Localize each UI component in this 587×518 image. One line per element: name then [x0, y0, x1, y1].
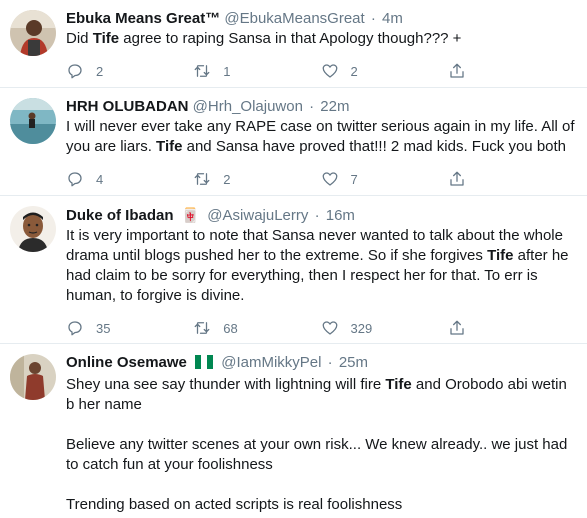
- tweet-paragraph: Shey una see say thunder with lightning …: [66, 375, 575, 415]
- timestamp[interactable]: 4m: [382, 10, 403, 27]
- retweet-icon: [194, 65, 210, 77]
- heart-icon: [322, 64, 337, 78]
- reply-icon: [68, 172, 82, 187]
- share-button[interactable]: [448, 319, 575, 337]
- like-count: 7: [350, 171, 358, 187]
- retweet-button[interactable]: 68: [193, 319, 320, 337]
- tweet[interactable]: Duke of Ibadan 🀄 @AsiwajuLerry · 16m It …: [0, 196, 587, 344]
- display-name[interactable]: Online Osemawe: [66, 354, 187, 371]
- tweet[interactable]: Ebuka Means Great™ @EbukaMeansGreat · 4m…: [0, 0, 587, 88]
- handle[interactable]: @IamMikkyPel: [221, 354, 321, 371]
- reply-count: 4: [96, 171, 104, 187]
- reply-count: 2: [96, 63, 104, 79]
- reply-count: 35: [96, 320, 111, 336]
- display-name[interactable]: HRH OLUBADAN: [66, 98, 189, 115]
- avatar[interactable]: [10, 98, 56, 144]
- separator-dot: ·: [327, 354, 333, 371]
- tweet-actions: 2 1 2: [66, 55, 575, 87]
- like-button[interactable]: 329: [321, 319, 448, 337]
- tweet-header: HRH OLUBADAN @Hrh_Olajuwon · 22m: [66, 97, 575, 117]
- reply-button[interactable]: 35: [66, 319, 193, 337]
- handle[interactable]: @Hrh_Olajuwon: [193, 98, 303, 115]
- tweet-text: It is very important to note that Sansa …: [66, 226, 575, 306]
- tweet-header: Ebuka Means Great™ @EbukaMeansGreat · 4m: [66, 9, 575, 29]
- share-button[interactable]: [448, 170, 575, 188]
- mahjong-emoji: 🀄: [181, 207, 200, 223]
- tweet-text: Did Tife agree to raping Sansa in that A…: [66, 29, 575, 49]
- reply-button[interactable]: 4: [66, 170, 193, 188]
- avatar[interactable]: [10, 206, 56, 252]
- handle[interactable]: @EbukaMeansGreat: [224, 10, 364, 27]
- text-run: and Sansa have proved that!!! 2 mad kids…: [182, 138, 567, 155]
- separator-dot: ·: [314, 207, 320, 224]
- retweet-count: 1: [223, 63, 231, 79]
- separator-dot: ·: [309, 98, 315, 115]
- tweet-header: Online Osemawe @IamMikkyPel · 25m: [66, 353, 575, 375]
- avatar[interactable]: [10, 354, 56, 400]
- tweet[interactable]: HRH OLUBADAN @Hrh_Olajuwon · 22m I will …: [0, 88, 587, 196]
- tweet-paragraph: Believe any twitter scenes at your own r…: [66, 436, 568, 473]
- retweet-icon: [194, 173, 210, 185]
- tweet-actions: 35 68 329: [66, 312, 575, 344]
- reply-icon: [68, 321, 82, 336]
- share-icon: [450, 320, 464, 335]
- highlighted-term: Tife: [487, 247, 514, 264]
- retweet-button[interactable]: 2: [193, 170, 320, 188]
- timeline-feed: Ebuka Means Great™ @EbukaMeansGreat · 4m…: [0, 0, 587, 518]
- retweet-count: 2: [223, 171, 231, 187]
- tweet-text: Shey una see say thunder with lightning …: [66, 375, 575, 515]
- retweet-count: 68: [223, 320, 238, 336]
- highlighted-term: Tife: [156, 138, 183, 155]
- reply-button[interactable]: 2: [66, 62, 193, 80]
- like-button[interactable]: 2: [321, 62, 448, 80]
- timestamp[interactable]: 25m: [339, 354, 368, 371]
- tweet-header: Duke of Ibadan 🀄 @AsiwajuLerry · 16m: [66, 205, 575, 226]
- tweet[interactable]: Online Osemawe @IamMikkyPel · 25m Shey u…: [0, 344, 587, 518]
- tweet-paragraph: Trending based on acted scripts is real …: [66, 496, 403, 513]
- nigeria-flag-icon: [195, 355, 214, 375]
- avatar[interactable]: [10, 10, 56, 56]
- share-button[interactable]: [448, 62, 575, 80]
- text-run: Did: [66, 30, 93, 47]
- retweet-icon: [194, 322, 210, 334]
- reply-icon: [68, 64, 82, 79]
- text-run: Shey una see say thunder with lightning …: [66, 376, 386, 393]
- handle[interactable]: @AsiwajuLerry: [207, 207, 308, 224]
- share-icon: [450, 171, 464, 186]
- display-name[interactable]: Ebuka Means Great™: [66, 10, 220, 27]
- like-count: 2: [350, 63, 358, 79]
- tweet-text: I will never ever take any RAPE case on …: [66, 117, 575, 157]
- display-name[interactable]: Duke of Ibadan: [66, 207, 174, 224]
- highlighted-term: Tife: [385, 376, 412, 393]
- heart-icon: [322, 172, 337, 186]
- separator-dot: ·: [370, 10, 376, 27]
- like-button[interactable]: 7: [321, 170, 448, 188]
- highlighted-term: Tife: [92, 30, 120, 47]
- heart-icon: [322, 321, 337, 335]
- tweet-actions: 4 2 7: [66, 163, 575, 195]
- share-icon: [450, 63, 464, 78]
- retweet-button[interactable]: 1: [193, 62, 320, 80]
- timestamp[interactable]: 16m: [326, 207, 355, 224]
- text-run: agree to raping Sansa in that Apology th…: [119, 30, 462, 47]
- like-count: 329: [350, 320, 373, 336]
- timestamp[interactable]: 22m: [320, 98, 349, 115]
